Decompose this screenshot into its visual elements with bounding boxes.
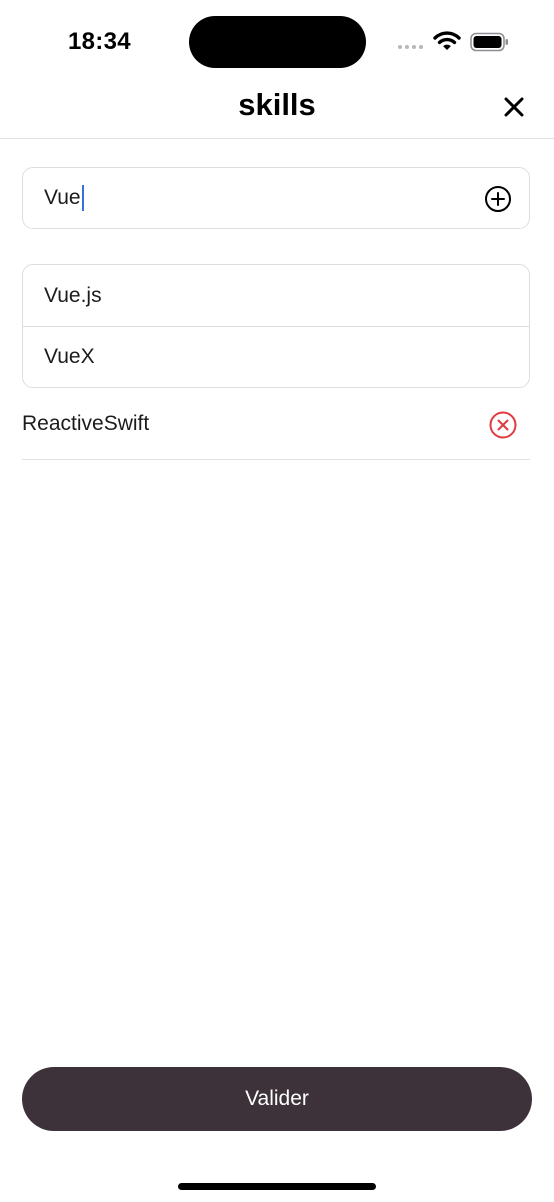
page-title: skills	[238, 87, 316, 122]
text-caret	[81, 185, 84, 211]
wifi-icon	[433, 31, 461, 50]
close-icon[interactable]	[499, 92, 529, 122]
validate-button-label: Valider	[245, 1087, 309, 1110]
validate-button[interactable]: Valider	[22, 1067, 532, 1131]
home-indicator[interactable]	[178, 1183, 376, 1190]
selected-skill-row: ReactiveSwift	[22, 390, 530, 460]
skill-input-value: Vue	[44, 186, 81, 209]
nav-bar: skills	[0, 84, 554, 139]
suggestion-list: Vue.js VueX	[22, 264, 530, 388]
suggestion-item[interactable]: VueX	[23, 326, 529, 387]
battery-icon	[470, 32, 508, 52]
plus-circle-icon[interactable]	[483, 184, 513, 214]
skill-search-input[interactable]: Vue	[22, 167, 530, 229]
status-bar: 18:34	[0, 0, 554, 84]
skill-input-field[interactable]: Vue	[44, 185, 84, 211]
cellular-signal-icon	[398, 45, 423, 49]
selected-skill-label: ReactiveSwift	[22, 412, 150, 435]
dynamic-island	[189, 16, 366, 68]
x-circle-icon[interactable]	[488, 410, 518, 440]
suggestion-item[interactable]: Vue.js	[23, 265, 529, 326]
status-time: 18:34	[68, 28, 131, 55]
